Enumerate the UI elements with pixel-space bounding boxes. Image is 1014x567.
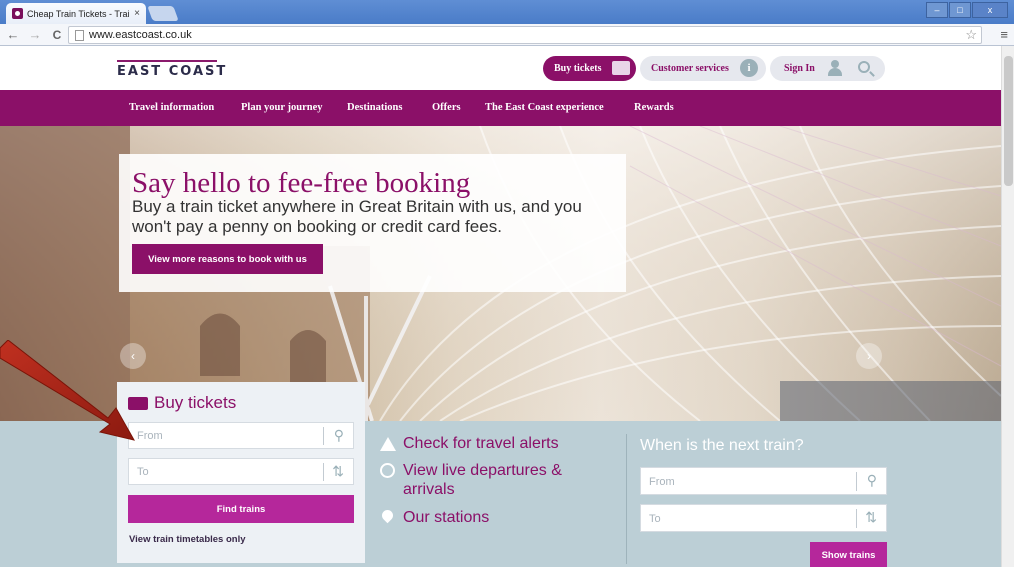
close-window-button[interactable]: x	[972, 2, 1008, 18]
from-placeholder: From	[137, 430, 163, 442]
our-stations-label: Our stations	[403, 509, 490, 526]
east-coast-logo[interactable]: EAST COAST	[117, 60, 227, 79]
from-placeholder: From	[649, 476, 675, 488]
find-trains-button[interactable]: Find trains	[128, 495, 354, 523]
field-divider	[856, 472, 857, 491]
ticket-icon	[128, 396, 148, 410]
sign-in-label: Sign In	[784, 63, 815, 74]
nav-destinations[interactable]: Destinations	[347, 102, 402, 113]
buy-tickets-panel: Buy tickets From ⚲ To ⇅ Find trains View…	[117, 382, 365, 563]
customer-services-label: Customer services	[651, 63, 729, 74]
window-controls: – □ x	[926, 2, 1008, 18]
user-icon	[828, 60, 842, 76]
live-departures-label: View live departures & arrivals	[403, 462, 562, 498]
search-icon[interactable]	[858, 61, 870, 73]
buy-tickets-heading: Buy tickets	[128, 393, 236, 413]
browser-menu-icon[interactable]: ≡	[1000, 27, 1008, 42]
maximize-button[interactable]: □	[949, 2, 971, 18]
scrollbar-thumb[interactable]	[1004, 56, 1013, 186]
buy-tickets-title: Buy tickets	[154, 393, 237, 412]
tab-strip: Cheap Train Tickets - Train T × – □ x	[0, 0, 1014, 24]
hero-title: Say hello to fee-free booking	[132, 167, 471, 199]
carousel-prev-icon[interactable]: ‹	[120, 343, 146, 369]
info-icon: i	[740, 59, 758, 77]
to-placeholder: To	[649, 513, 661, 525]
site-header: EAST COAST Buy tickets Customer services…	[0, 46, 1001, 90]
field-divider	[323, 463, 324, 481]
next-train-from-input[interactable]: From ⚲	[640, 467, 887, 495]
ticket-icon	[612, 61, 630, 75]
carousel-next-icon[interactable]: ›	[856, 343, 882, 369]
show-trains-button[interactable]: Show trains	[810, 542, 887, 567]
timetables-link[interactable]: View train timetables only	[129, 534, 246, 545]
browser-window: Cheap Train Tickets - Train T × – □ x ← …	[0, 0, 1014, 567]
minimize-button[interactable]: –	[926, 2, 948, 18]
next-train-to-input[interactable]: To ⇅	[640, 504, 887, 532]
from-station-input[interactable]: From ⚲	[128, 422, 354, 449]
hero-banner: Say hello to fee-free booking Buy a trai…	[0, 126, 1001, 421]
header-buy-tickets-label: Buy tickets	[554, 63, 602, 74]
tab-title: Cheap Train Tickets - Train T	[27, 8, 130, 19]
location-pin-icon[interactable]: ⚲	[867, 472, 877, 489]
tab-close-icon[interactable]: ×	[134, 8, 140, 19]
customer-services-button[interactable]: Customer services i	[640, 56, 766, 81]
hero-text: Buy a train ticket anywhere in Great Bri…	[132, 197, 582, 236]
forward-icon[interactable]: →	[26, 27, 44, 42]
url-text: www.eastcoast.co.uk	[89, 29, 192, 41]
site-favicon-icon	[12, 8, 23, 19]
page-scrollbar[interactable]	[1001, 46, 1014, 567]
main-nav: Travel information Plan your journey Des…	[0, 90, 1001, 126]
nav-travel-information[interactable]: Travel information	[129, 102, 214, 113]
section-divider	[626, 434, 627, 564]
nav-plan-your-journey[interactable]: Plan your journey	[241, 102, 322, 113]
to-placeholder: To	[137, 466, 149, 478]
back-icon[interactable]: ←	[4, 27, 22, 42]
swap-stations-icon[interactable]: ⇅	[865, 509, 877, 526]
view-more-reasons-button[interactable]: View more reasons to book with us	[132, 244, 323, 274]
nav-offers[interactable]: Offers	[432, 102, 461, 113]
warning-icon	[380, 436, 396, 451]
next-train-title: When is the next train?	[640, 437, 804, 454]
new-tab-button[interactable]	[147, 6, 179, 21]
reload-icon[interactable]: C	[48, 28, 66, 42]
location-pin-icon[interactable]: ⚲	[334, 427, 344, 444]
sign-in-button[interactable]: Sign In	[770, 56, 885, 81]
browser-tab[interactable]: Cheap Train Tickets - Train T ×	[6, 3, 146, 24]
travel-alerts-label: Check for travel alerts	[403, 435, 559, 452]
to-station-input[interactable]: To ⇅	[128, 458, 354, 485]
field-divider	[856, 509, 857, 528]
nav-rewards[interactable]: Rewards	[634, 102, 674, 113]
header-buy-tickets-button[interactable]: Buy tickets	[543, 56, 636, 81]
hero-card: Say hello to fee-free booking Buy a trai…	[119, 154, 626, 292]
swap-stations-icon[interactable]: ⇅	[332, 463, 344, 480]
field-divider	[323, 427, 324, 445]
nav-east-coast-experience[interactable]: The East Coast experience	[485, 102, 604, 113]
address-bar[interactable]: www.eastcoast.co.uk ☆	[68, 26, 982, 44]
browser-toolbar: ← → C www.eastcoast.co.uk ☆ ≡	[0, 24, 1014, 46]
page-icon	[75, 29, 84, 41]
clock-icon	[380, 463, 395, 478]
bookmark-star-icon[interactable]: ☆	[965, 27, 977, 43]
